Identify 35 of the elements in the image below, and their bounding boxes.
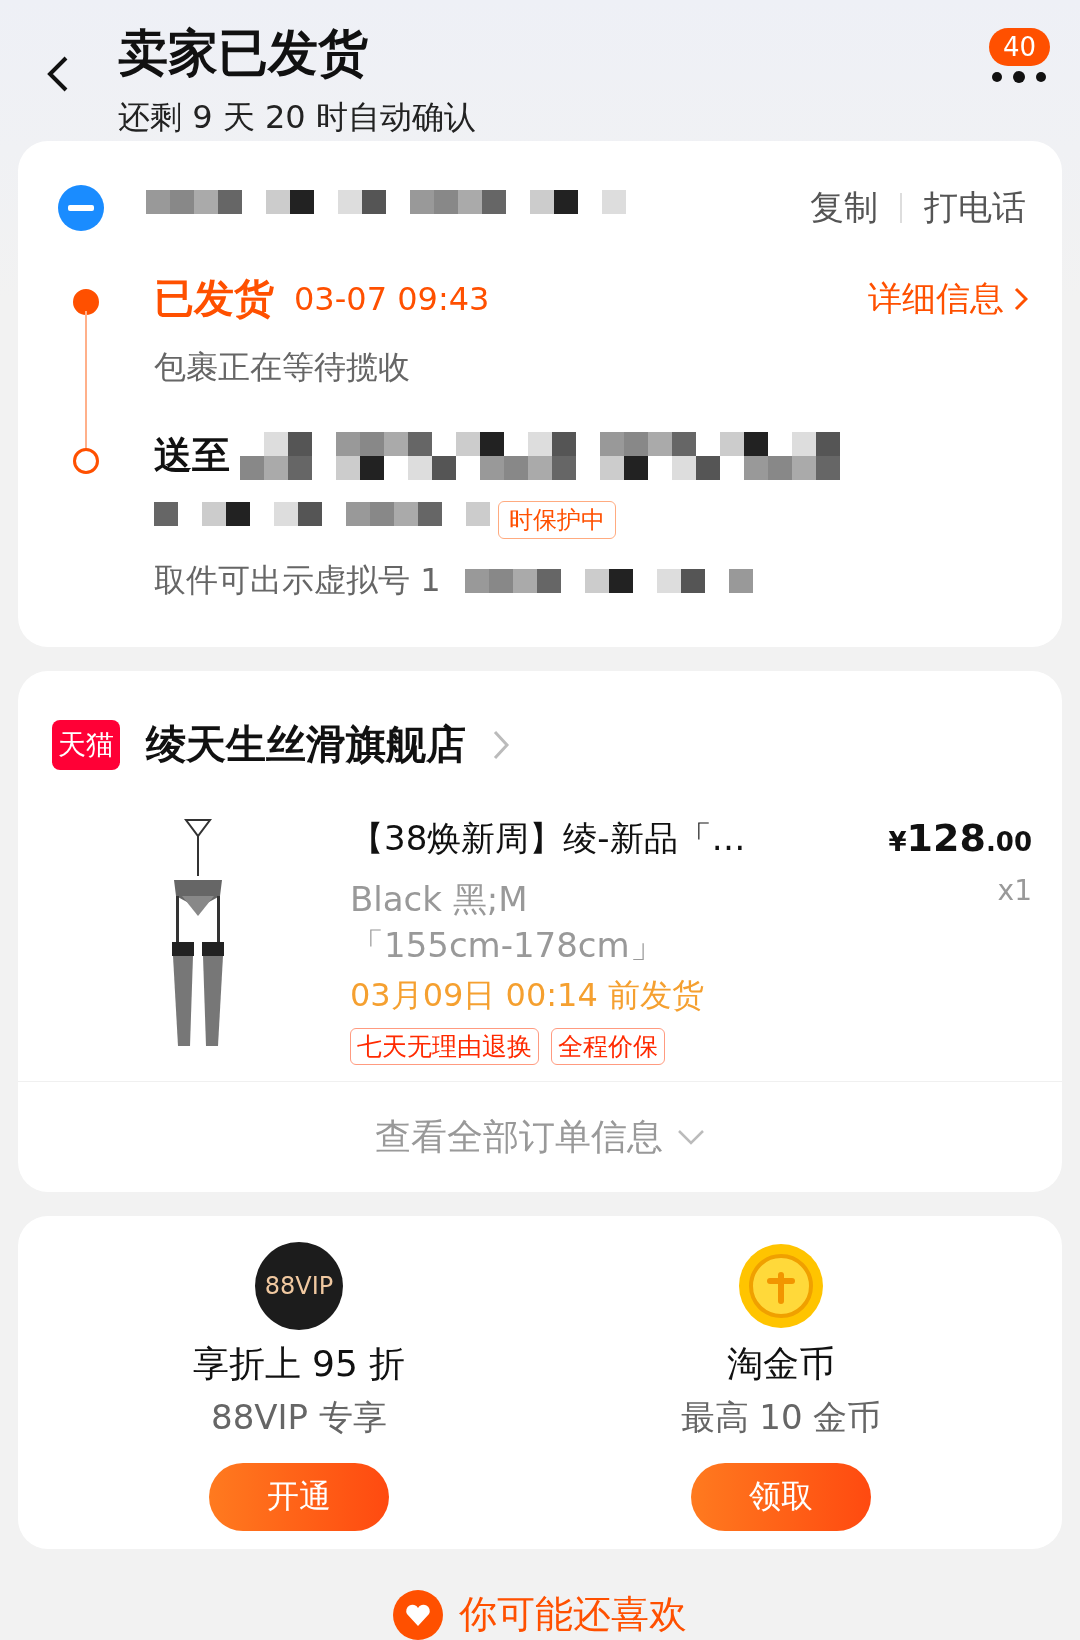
courier-logo-icon: [58, 185, 104, 231]
service-tag: 全程价保: [551, 1028, 665, 1065]
service-tag: 七天无理由退换: [350, 1028, 539, 1065]
auto-confirm-text: 还剩 9 天 20 时自动确认: [118, 97, 477, 138]
product-spec: Black 黑;M: [350, 878, 529, 921]
privacy-tag: 时保护中: [498, 501, 616, 539]
shipping-status: 已发货: [154, 274, 274, 323]
chevron-icon[interactable]: [492, 728, 510, 761]
action-link[interactable]: 复制: [810, 185, 878, 231]
recommend-title: 你可能还喜欢: [459, 1591, 687, 1638]
benefit-subtitle: 88VIP 专享: [211, 1396, 387, 1439]
vip-icon: 88VIP: [255, 1242, 343, 1330]
address-label: 送至: [154, 432, 230, 479]
virtual-number-text: 取件可出示虚拟号 1: [154, 560, 441, 601]
product-title[interactable]: 【38焕新周】绫-新品「…: [350, 816, 889, 862]
benefit-title: 享折上 95 折: [192, 1342, 406, 1386]
shipping-time: 03-07 09:43: [294, 279, 490, 318]
chevron-down-icon[interactable]: [677, 1129, 705, 1145]
chevron-icon[interactable]: [1014, 286, 1028, 311]
page-title: 卖家已发货: [118, 23, 369, 84]
notification-badge: 40: [988, 28, 1050, 66]
more-icon[interactable]: [991, 70, 1048, 84]
benefit-subtitle: 最高 10 金币: [680, 1396, 882, 1439]
quantity: x1: [997, 874, 1032, 907]
timeline-dot: [73, 448, 99, 474]
store-name[interactable]: 绫天生丝滑旗舰店: [146, 717, 466, 772]
status-note: 包裹正在等待揽收: [154, 347, 411, 388]
action-link[interactable]: 打电话: [924, 185, 1026, 231]
coin-icon: [737, 1242, 825, 1330]
product-spec: 「155cm-178cm」: [350, 924, 665, 967]
ship-deadline: 03月09日 00:14 前发货: [350, 975, 705, 1016]
product-price: ¥128.00: [888, 816, 1032, 860]
benefit-title: 淘金币: [727, 1342, 835, 1386]
timeline-dot: [73, 289, 99, 315]
store-badge: 天猫: [52, 719, 120, 770]
